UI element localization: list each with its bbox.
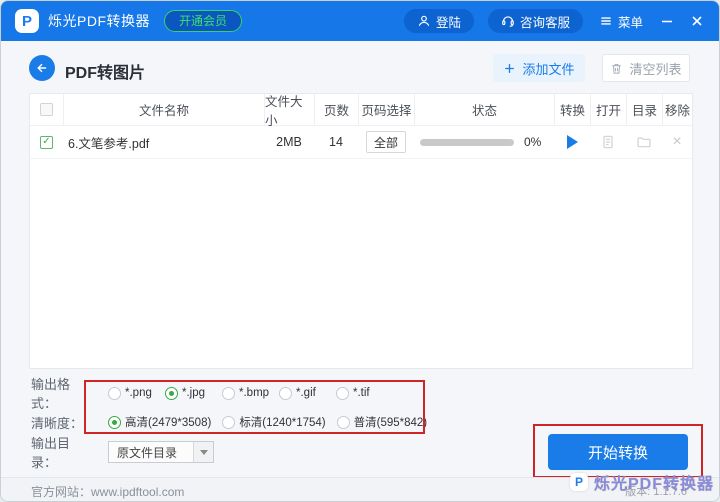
open-folder-icon[interactable]: [636, 134, 652, 150]
login-label: 登陆: [435, 15, 461, 30]
select-all-checkbox[interactable]: [40, 103, 53, 116]
format-radio-tif[interactable]: *.tif: [336, 386, 393, 400]
trash-icon: [612, 63, 622, 74]
app-window: P 烁光PDF转换器 开通会员 登陆 咨询客服 菜单 PDF转图片 添加文件 清…: [0, 0, 720, 502]
login-button[interactable]: 登陆: [403, 9, 474, 33]
minimize-button[interactable]: [659, 13, 675, 29]
column-header-filesize: 文件大小: [264, 94, 314, 128]
output-format-row: 输出格式： *.png *.jpg *.bmp *.gif *.tif: [31, 377, 393, 411]
clear-list-button[interactable]: 清空列表: [602, 54, 690, 82]
clarity-radio-standard[interactable]: 标清(1240*1754): [222, 414, 326, 430]
remove-file-icon[interactable]: ×: [672, 134, 681, 150]
vip-button[interactable]: 开通会员: [164, 10, 243, 32]
file-size: 2MB: [276, 135, 302, 149]
table-row: 6.文笔参考.pdf 2MB 14 全部 0% ×: [30, 126, 692, 159]
file-list-panel: 文件名称 文件大小 页数 页码选择 状态 转换 打开 目录 移除 6.文笔参考.…: [29, 93, 693, 369]
page-header: PDF转图片 添加文件 清空列表: [1, 41, 719, 93]
plus-icon: [505, 63, 515, 73]
menu-button[interactable]: 菜单: [597, 12, 645, 31]
clear-list-label: 清空列表: [629, 61, 682, 77]
status-cell: 0%: [414, 126, 554, 158]
format-radio-bmp[interactable]: *.bmp: [222, 386, 279, 400]
file-pages: 14: [329, 135, 343, 149]
page-title: PDF转图片: [65, 65, 146, 82]
progress-bar: [420, 138, 514, 146]
app-title: 烁光PDF转换器: [48, 13, 150, 29]
convert-play-button[interactable]: [566, 135, 578, 149]
format-radio-gif[interactable]: *.gif: [279, 386, 336, 400]
page-range-select[interactable]: 全部: [366, 131, 406, 153]
radio-icon: [279, 386, 292, 400]
open-result-icon[interactable]: [600, 134, 616, 150]
output-dir-row: 输出目录： 原文件目录: [31, 436, 214, 470]
back-button[interactable]: [29, 55, 55, 81]
radio-icon: [222, 415, 236, 429]
titlebar-actions: 登陆 咨询客服 菜单: [403, 9, 705, 33]
table-header: 文件名称 文件大小 页数 页码选择 状态 转换 打开 目录 移除: [30, 94, 692, 128]
progress-percent: 0%: [524, 135, 542, 149]
column-header-remove: 移除: [662, 94, 692, 125]
format-radio-png[interactable]: *.png: [108, 386, 165, 400]
column-header-convert: 转换: [554, 94, 590, 125]
menu-label: 菜单: [617, 15, 643, 30]
watermark-text: 烁光PDF转换器: [593, 476, 714, 493]
watermark: P 烁光PDF转换器: [569, 470, 714, 494]
output-dir-select[interactable]: 原文件目录: [108, 441, 214, 463]
output-dir-label: 输出目录：: [31, 436, 71, 470]
row-checkbox[interactable]: [40, 135, 53, 149]
app-logo-icon: P: [15, 9, 39, 33]
support-label: 咨询客服: [519, 15, 570, 30]
headset-icon: [502, 16, 514, 27]
radio-icon: [336, 386, 349, 400]
watermark-logo-icon: P: [569, 473, 588, 491]
column-header-status: 状态: [414, 94, 554, 125]
close-icon: [692, 16, 702, 26]
user-icon: [418, 15, 430, 26]
radio-icon: [108, 415, 121, 429]
radio-icon: [108, 386, 121, 400]
output-format-label: 输出格式：: [31, 377, 71, 411]
file-name: 6.文笔参考.pdf: [68, 136, 150, 151]
arrow-left-icon: [37, 63, 47, 73]
official-website: 官方网站：www.ipdftool.com: [31, 485, 185, 499]
column-header-directory: 目录: [626, 94, 662, 125]
radio-icon: [336, 415, 350, 429]
format-radio-group: *.png *.jpg *.bmp *.gif *.tif: [108, 386, 393, 400]
add-files-label: 添加文件: [522, 61, 575, 77]
column-header-pagerange: 页码选择: [358, 94, 414, 125]
close-button[interactable]: [689, 13, 705, 29]
clarity-radio-group: 高清(2479*3508) 标清(1240*1754) 普清(595*842): [108, 414, 438, 430]
titlebar: P 烁光PDF转换器 开通会员 登陆 咨询客服 菜单: [1, 1, 719, 41]
column-header-filename: 文件名称: [63, 94, 264, 125]
start-convert-button[interactable]: 开始转换: [548, 434, 688, 470]
support-button[interactable]: 咨询客服: [487, 9, 583, 33]
hamburger-icon: [601, 17, 611, 25]
clarity-row: 清晰度： 高清(2479*3508) 标清(1240*1754) 普清(595*…: [31, 411, 438, 433]
radio-icon: [165, 386, 178, 400]
chevron-down-icon: [199, 449, 208, 455]
add-files-button[interactable]: 添加文件: [493, 54, 585, 82]
clarity-radio-high[interactable]: 高清(2479*3508): [108, 414, 211, 430]
dropdown-arrow: [193, 442, 213, 462]
format-radio-jpg[interactable]: *.jpg: [165, 386, 222, 400]
minimize-icon: [662, 20, 672, 23]
clarity-label: 清晰度：: [31, 415, 84, 431]
clarity-radio-normal[interactable]: 普清(595*842): [336, 414, 427, 430]
column-header-pages: 页数: [314, 94, 358, 125]
column-header-open: 打开: [590, 94, 626, 125]
radio-icon: [222, 386, 235, 400]
output-dir-value: 原文件目录: [117, 445, 178, 460]
